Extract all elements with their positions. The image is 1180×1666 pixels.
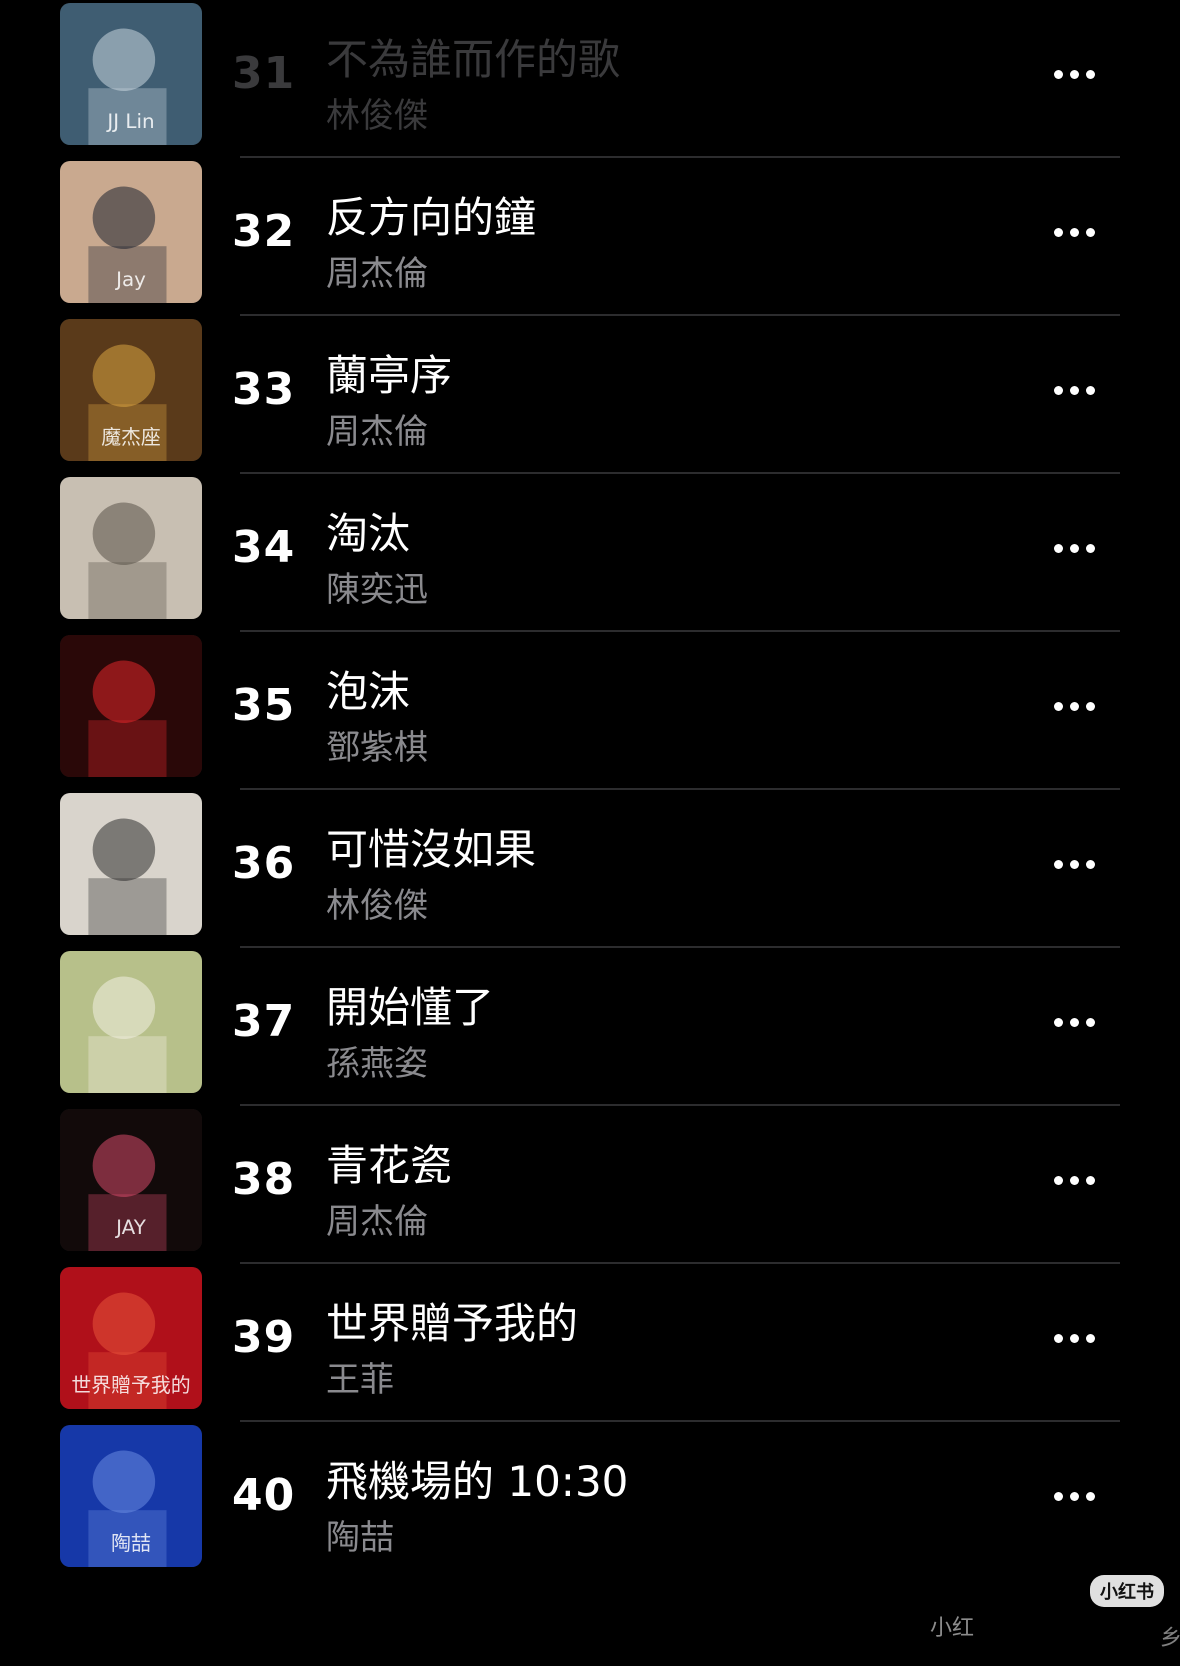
watermark-tail: 乡 bbox=[1160, 1626, 1180, 1651]
song-row[interactable]: 魔杰座 33 蘭亭序周杰倫 bbox=[0, 316, 1180, 484]
song-row[interactable]: 34 淘汰陳奕迅 bbox=[0, 474, 1180, 642]
song-row[interactable]: Jay 32 反方向的鐘周杰倫 bbox=[0, 158, 1180, 326]
album-cover-text: 魔杰座 bbox=[101, 426, 161, 449]
song-title: 世界贈予我的 bbox=[326, 1299, 579, 1348]
song-artist: 鄧紫棋 bbox=[326, 728, 428, 768]
album-cover[interactable]: JAY bbox=[60, 1109, 202, 1251]
song-rank: 39 bbox=[232, 1312, 296, 1363]
album-cover[interactable]: JJ Lin bbox=[60, 3, 202, 145]
song-title: 青花瓷 bbox=[326, 1141, 453, 1190]
ellipsis-icon[interactable] bbox=[1050, 848, 1100, 880]
song-row[interactable]: 35 泡沫鄧紫棋 bbox=[0, 632, 1180, 800]
song-artist: 周杰倫 bbox=[326, 254, 428, 294]
song-row[interactable]: JAY 38 青花瓷周杰倫 bbox=[0, 1106, 1180, 1274]
song-title: 開始懂了 bbox=[326, 983, 495, 1032]
song-artist: 林俊傑 bbox=[326, 886, 428, 926]
song-title: 泡沫 bbox=[326, 667, 411, 716]
song-row[interactable]: 37 開始懂了孫燕姿 bbox=[0, 948, 1180, 1116]
ellipsis-icon[interactable] bbox=[1050, 58, 1100, 90]
album-cover[interactable] bbox=[60, 477, 202, 619]
song-rank: 37 bbox=[232, 996, 296, 1047]
ellipsis-icon[interactable] bbox=[1050, 1322, 1100, 1354]
ellipsis-icon[interactable] bbox=[1050, 1480, 1100, 1512]
song-row[interactable]: 陶喆 40 飛機場的 10:30 陶喆 bbox=[0, 1422, 1180, 1590]
album-cover-text: 陶喆 bbox=[111, 1532, 151, 1555]
song-title: 反方向的鐘 bbox=[326, 193, 537, 242]
song-title: 可惜沒如果 bbox=[326, 825, 537, 874]
ellipsis-icon[interactable] bbox=[1050, 216, 1100, 248]
song-rank: 36 bbox=[232, 838, 296, 889]
album-cover[interactable]: 陶喆 bbox=[60, 1425, 202, 1567]
song-artist: 孫燕姿 bbox=[326, 1044, 428, 1084]
song-title: 飛機場的 10:30 bbox=[326, 1457, 629, 1506]
song-title: 不為誰而作的歌 bbox=[326, 35, 621, 84]
song-title: 蘭亭序 bbox=[326, 351, 453, 400]
song-artist: 王菲 bbox=[326, 1360, 394, 1400]
song-row[interactable]: 36 可惜沒如果林俊傑 bbox=[0, 790, 1180, 958]
ellipsis-icon[interactable] bbox=[1050, 1006, 1100, 1038]
song-rank: 33 bbox=[232, 364, 296, 415]
ellipsis-icon[interactable] bbox=[1050, 1164, 1100, 1196]
ellipsis-icon[interactable] bbox=[1050, 374, 1100, 406]
ellipsis-icon[interactable] bbox=[1050, 690, 1100, 722]
ellipsis-icon[interactable] bbox=[1050, 532, 1100, 564]
album-cover[interactable]: Jay bbox=[60, 161, 202, 303]
watermark-text: 小红 bbox=[930, 1616, 975, 1641]
song-rank: 34 bbox=[232, 522, 296, 573]
song-rank: 35 bbox=[232, 680, 296, 731]
song-artist: 周杰倫 bbox=[326, 412, 428, 452]
album-cover-text: JJ Lin bbox=[105, 110, 154, 133]
song-title: 淘汰 bbox=[326, 509, 411, 558]
song-row[interactable]: JJ Lin 31 不為誰而作的歌林俊傑 bbox=[0, 0, 1180, 168]
album-cover[interactable] bbox=[60, 951, 202, 1093]
album-cover[interactable] bbox=[60, 793, 202, 935]
song-artist: 林俊傑 bbox=[326, 96, 428, 136]
song-row[interactable]: 世界贈予我的 39 世界贈予我的 王菲 bbox=[0, 1264, 1180, 1432]
watermark-badge: 小红书 bbox=[1090, 1575, 1164, 1607]
album-cover-text: 世界贈予我的 bbox=[71, 1374, 190, 1397]
song-artist: 陶喆 bbox=[326, 1518, 394, 1558]
song-rank: 40 bbox=[232, 1470, 296, 1521]
song-rank: 31 bbox=[232, 48, 296, 99]
album-cover-text: JAY bbox=[114, 1216, 147, 1239]
album-cover[interactable]: 魔杰座 bbox=[60, 319, 202, 461]
song-rank: 32 bbox=[232, 206, 296, 257]
song-artist: 周杰倫 bbox=[326, 1202, 428, 1242]
album-cover-text: Jay bbox=[114, 268, 146, 291]
song-artist: 陳奕迅 bbox=[326, 570, 428, 610]
album-cover[interactable] bbox=[60, 635, 202, 777]
album-cover[interactable]: 世界贈予我的 bbox=[60, 1267, 202, 1409]
song-rank: 38 bbox=[232, 1154, 296, 1205]
